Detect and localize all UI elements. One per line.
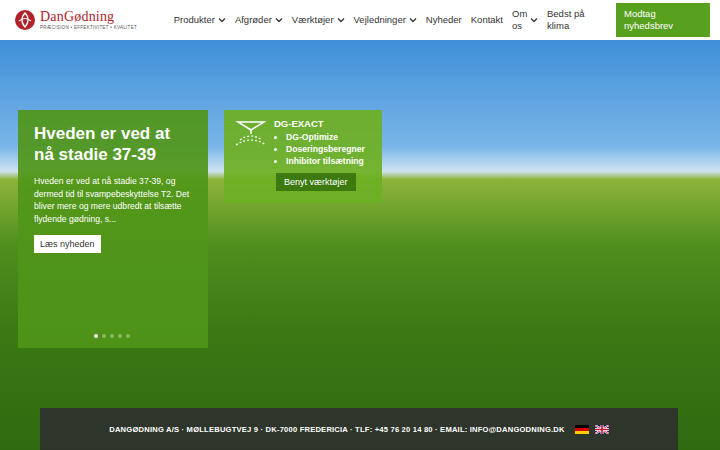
nav-item[interactable]: Afgrøder <box>235 14 283 26</box>
tool-list: DG-OptimizeDoseringsberegnerInhibitor ti… <box>274 131 365 167</box>
nav-label[interactable]: Bedst på klima <box>547 8 607 32</box>
tool-card-body: DG-EXACT DG-OptimizeDoseringsberegnerInhi… <box>274 118 365 167</box>
chevron-down-icon <box>218 16 226 24</box>
nav-item[interactable]: Bedst på klima <box>547 8 607 32</box>
spreader-icon <box>234 118 268 148</box>
chevron-down-icon <box>337 16 345 24</box>
slider-dot[interactable] <box>94 334 98 338</box>
slider-dot[interactable] <box>126 334 130 338</box>
nav-label[interactable]: Kontakt <box>471 14 503 26</box>
language-flags <box>575 425 609 434</box>
header: DanGødning PRÆCISION • EFFEKTIVITET • KVA… <box>0 0 720 40</box>
tool-item[interactable]: DG-Optimize <box>286 131 365 143</box>
news-card: Hveden er ved at nå stadie 37-39 Hveden e… <box>18 110 208 348</box>
nav-label[interactable]: Produkter <box>174 14 215 26</box>
slider-dot[interactable] <box>102 334 106 338</box>
news-title: Hveden er ved at nå stadie 37-39 <box>34 124 192 165</box>
contact-info: DANGØDNING A/S · MØLLEBUGTVEJ 9 · DK-700… <box>109 425 565 434</box>
nav-item[interactable]: Nyheder <box>426 14 462 26</box>
spacer <box>0 348 720 408</box>
read-news-button[interactable]: Læs nyheden <box>34 235 101 253</box>
news-excerpt: Hveden er ved at nå stadie 37-39, og der… <box>34 175 192 225</box>
nav-label[interactable]: Afgrøder <box>235 14 272 26</box>
newsletter-button[interactable]: Modtag nyhedsbrev <box>616 3 710 37</box>
slider-dot[interactable] <box>110 334 114 338</box>
main-nav: Produkter Afgrøder Værktøjer Vejledninger Ny… <box>172 3 710 37</box>
nav-item[interactable]: Vejledninger <box>354 14 417 26</box>
nav-item[interactable]: Kontakt <box>471 14 503 26</box>
slider-dots <box>34 334 192 338</box>
slider-dot[interactable] <box>118 334 122 338</box>
nav-item[interactable]: Om os <box>512 8 538 32</box>
nav-label[interactable]: Nyheder <box>426 14 462 26</box>
nav-label[interactable]: Om os <box>512 8 527 32</box>
tool-card: DG-EXACT DG-OptimizeDoseringsberegnerInhi… <box>224 110 382 203</box>
chevron-down-icon <box>275 16 283 24</box>
logo[interactable]: DanGødning PRÆCISION • EFFEKTIVITET • KVA… <box>14 9 164 31</box>
logo-icon <box>14 9 36 31</box>
contact-bar: DANGØDNING A/S · MØLLEBUGTVEJ 9 · DK-700… <box>40 408 678 450</box>
nav-item[interactable]: Værktøjer <box>292 14 345 26</box>
chevron-down-icon <box>409 16 417 24</box>
nav-label[interactable]: Værktøjer <box>292 14 334 26</box>
hero-cards: Hveden er ved at nå stadie 37-39 Hveden e… <box>0 40 720 348</box>
chevron-down-icon <box>530 16 538 24</box>
uk-flag-icon[interactable] <box>595 425 609 434</box>
tool-title: DG-EXACT <box>274 118 365 129</box>
tool-item[interactable]: Inhibitor tilsætning <box>286 155 365 167</box>
german-flag-icon[interactable] <box>575 425 589 434</box>
use-tools-button[interactable]: Benyt værktøjer <box>276 173 356 191</box>
tool-card-top: DG-EXACT DG-OptimizeDoseringsberegnerInhi… <box>234 118 372 167</box>
tagline: PRÆCISION • EFFEKTIVITET • KVALITET <box>40 26 137 31</box>
tool-item[interactable]: Doseringsberegner <box>286 143 365 155</box>
brand-name: DanGødning <box>40 10 137 24</box>
nav-item[interactable]: Produkter <box>174 14 226 26</box>
hero-banner: Hveden er ved at nå stadie 37-39 Hveden e… <box>0 40 720 450</box>
nav-label[interactable]: Vejledninger <box>354 14 406 26</box>
logo-text: DanGødning PRÆCISION • EFFEKTIVITET • KVA… <box>40 10 137 31</box>
